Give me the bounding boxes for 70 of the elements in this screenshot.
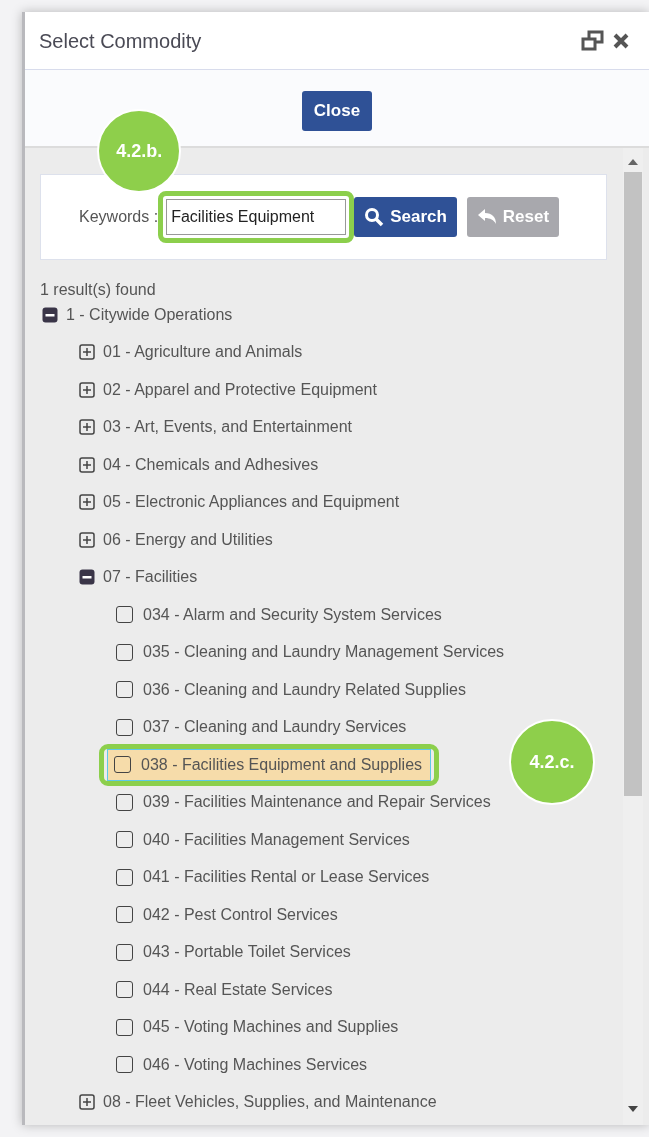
scroll-up-icon[interactable] [628, 158, 638, 166]
commodity-label: 041 - Facilities Rental or Lease Services [143, 867, 430, 888]
commodity-label: 043 - Portable Toilet Services [143, 942, 351, 963]
tree-item-label[interactable]: 07 - Facilities [103, 565, 198, 590]
expand-icon[interactable] [79, 419, 95, 436]
tree-item[interactable]: 043 - Portable Toilet Services [115, 936, 360, 969]
expand-icon[interactable] [79, 344, 95, 361]
checkbox[interactable] [116, 1056, 133, 1074]
tree-item-label[interactable]: 01 - Agriculture and Animals [103, 340, 303, 365]
commodity-label: 034 - Alarm and Security System Services [143, 604, 442, 625]
checkbox[interactable] [116, 981, 133, 999]
expand-icon[interactable] [79, 531, 95, 548]
tree-item[interactable]: 045 - Voting Machines and Supplies [115, 1011, 408, 1044]
restore-icon[interactable] [581, 29, 605, 52]
tree-item[interactable]: 040 - Facilities Management Services [115, 823, 419, 856]
tree-item[interactable]: 046 - Voting Machines Services [115, 1048, 377, 1081]
keywords-field[interactable]: Facilities Equipment [166, 199, 347, 235]
expand-icon[interactable] [79, 494, 95, 511]
reply-arrow-icon [476, 209, 497, 225]
commodity-label: 040 - Facilities Management Services [143, 829, 410, 850]
commodity-label: 042 - Pest Control Services [143, 904, 338, 925]
tree-item[interactable]: 037 - Cleaning and Laundry Services [115, 711, 416, 744]
commodity-label: 039 - Facilities Maintenance and Repair Services [143, 792, 491, 813]
commodity-label: 037 - Cleaning and Laundry Services [143, 717, 407, 738]
tree-item[interactable]: 042 - Pest Control Services [115, 898, 347, 931]
commodity-label: 038 - Facilities Equipment and Supplies [141, 754, 423, 775]
checkbox[interactable] [116, 831, 133, 849]
tree-item[interactable]: 035 - Cleaning and Laundry Management Services [115, 636, 514, 669]
tree-item[interactable]: 036 - Cleaning and Laundry Related Supplies [115, 673, 475, 706]
tree-item-label[interactable]: 04 - Chemicals and Adhesives [103, 452, 319, 477]
checkbox[interactable] [116, 681, 133, 699]
collapse-icon[interactable] [42, 306, 58, 323]
checkbox[interactable] [116, 1018, 133, 1036]
step-callout: 4.2.c. [509, 719, 595, 805]
tree-item-label[interactable]: 02 - Apparel and Protective Equipment [103, 377, 377, 402]
tree-item-label[interactable]: 05 - Electronic Appliances and Equipment [103, 490, 400, 515]
result-count: 1 result(s) found [40, 280, 157, 300]
tree-item-label[interactable]: 03 - Art, Events, and Entertainment [103, 415, 353, 440]
tree-item[interactable]: 041 - Facilities Rental or Lease Services [115, 861, 439, 894]
commodity-label: 044 - Real Estate Services [143, 979, 333, 1000]
checkbox[interactable] [116, 606, 133, 624]
checkbox[interactable] [116, 906, 133, 924]
search-icon [364, 207, 385, 227]
scroll-down-icon[interactable] [628, 1105, 638, 1113]
checkbox[interactable] [116, 868, 133, 886]
keywords-label: Keywords : [79, 207, 159, 227]
close-button[interactable]: Close [301, 91, 373, 131]
checkbox[interactable] [116, 793, 133, 811]
selected-tree-item[interactable]: 038 - Facilities Equipment and Supplies [107, 748, 432, 781]
commodity-label: 036 - Cleaning and Laundry Related Supplies [143, 679, 466, 700]
tree-item-label[interactable]: 08 - Fleet Vehicles, Supplies, and Maintenance [103, 1090, 437, 1115]
tree-item[interactable]: 034 - Alarm and Security System Services [115, 598, 451, 631]
expand-icon[interactable] [79, 1094, 95, 1111]
checkbox[interactable] [116, 643, 133, 661]
search-button[interactable]: Search [354, 197, 457, 237]
tree-item[interactable]: 044 - Real Estate Services [115, 973, 342, 1006]
close-icon[interactable] [613, 32, 629, 49]
commodity-label: 035 - Cleaning and Laundry Management Services [143, 642, 505, 663]
tree-item-label[interactable]: 1 - Citywide Operations [66, 302, 233, 327]
expand-icon[interactable] [79, 456, 95, 473]
tree-item-label[interactable]: 06 - Energy and Utilities [103, 527, 273, 552]
commodity-label: 045 - Voting Machines and Supplies [143, 1017, 399, 1038]
commodity-label: 046 - Voting Machines Services [143, 1054, 368, 1075]
window-title: Select Commodity [39, 28, 202, 54]
collapse-icon[interactable] [79, 569, 95, 586]
expand-icon[interactable] [79, 381, 95, 398]
tree-item[interactable]: 039 - Facilities Maintenance and Repair Services [115, 786, 500, 819]
checkbox[interactable] [116, 943, 133, 961]
checkbox[interactable] [114, 756, 131, 774]
checkbox[interactable] [116, 718, 133, 736]
